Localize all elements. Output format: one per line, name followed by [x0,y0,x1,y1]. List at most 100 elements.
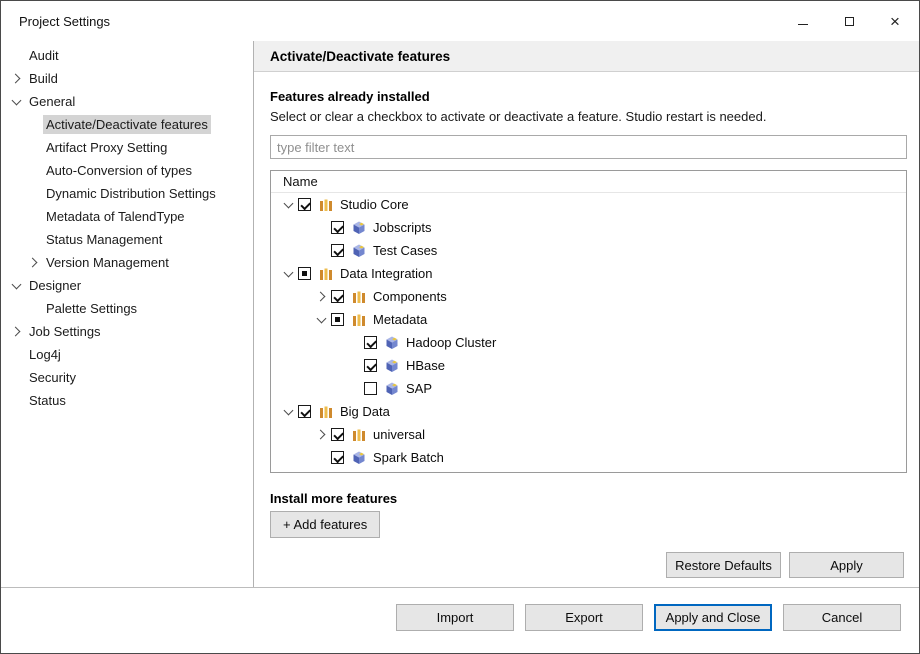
close-icon: × [890,13,900,30]
sidebar-item-label: Audit [26,46,62,65]
minimize-icon [798,24,808,25]
sidebar-item-build[interactable]: Build [1,67,252,90]
tree-row-sap[interactable]: SAP [271,377,906,400]
sidebar-item-label: Version Management [43,253,172,272]
filter-input[interactable] [270,135,907,159]
sidebar-item-label: Security [26,368,79,387]
sidebar-item-version-management[interactable]: Version Management [1,251,252,274]
chevron-placeholder [347,358,364,374]
chevron-down-icon[interactable] [281,266,298,282]
chevron-down-icon[interactable] [9,278,26,294]
add-features-button[interactable]: + Add features [270,511,380,538]
chevron-placeholder [347,381,364,397]
sidebar-item-dynamic-distribution-settings[interactable]: Dynamic Distribution Settings [1,182,252,205]
plugin-icon [351,243,367,259]
chevron-placeholder [26,209,43,225]
tree-row-components[interactable]: Components [271,285,906,308]
sidebar-item-label: Artifact Proxy Setting [43,138,170,157]
chevron-placeholder [26,186,43,202]
sidebar-item-job-settings[interactable]: Job Settings [1,320,252,343]
sidebar-item-palette-settings[interactable]: Palette Settings [1,297,252,320]
sidebar-item-label: Dynamic Distribution Settings [43,184,219,203]
tree-item-label: Components [373,289,447,304]
sidebar-item-status-management[interactable]: Status Management [1,228,252,251]
tree-item-label: SAP [406,381,432,396]
tree-row-jobscripts[interactable]: Jobscripts [271,216,906,239]
checkbox-partial[interactable] [298,267,311,280]
sidebar-item-label: Activate/Deactivate features [43,115,211,134]
plugin-icon [351,220,367,236]
chevron-right-icon[interactable] [314,427,331,443]
apply-row: Restore Defaults Apply [666,552,904,578]
checkbox-unchecked[interactable] [364,382,377,395]
tree-row-universal[interactable]: universal [271,423,906,446]
tree-row-hbase[interactable]: HBase [271,354,906,377]
sidebar-item-log4j[interactable]: Log4j [1,343,252,366]
feature-group-icon [351,312,367,328]
sidebar-item-metadata-of-talendtype[interactable]: Metadata of TalendType [1,205,252,228]
sidebar-item-label: Status Management [43,230,165,249]
tree-row-test-cases[interactable]: Test Cases [271,239,906,262]
maximize-button[interactable] [826,2,872,40]
chevron-placeholder [26,163,43,179]
chevron-placeholder [9,48,26,64]
checkbox-checked[interactable] [364,336,377,349]
checkbox-checked[interactable] [331,428,344,441]
plugin-icon [384,358,400,374]
sidebar-item-general[interactable]: General [1,90,252,113]
window-title: Project Settings [19,14,110,29]
sidebar-item-label: Build [26,69,61,88]
chevron-right-icon[interactable] [9,324,26,340]
checkbox-checked[interactable] [331,290,344,303]
maximize-icon [845,17,854,26]
chevron-right-icon[interactable] [9,71,26,87]
tree-row-studio-core[interactable]: Studio Core [271,193,906,216]
sidebar-item-label: General [26,92,78,111]
chevron-down-icon[interactable] [281,404,298,420]
chevron-down-icon[interactable] [9,94,26,110]
import-button[interactable]: Import [396,604,514,631]
chevron-down-icon[interactable] [281,197,298,213]
sidebar-item-label: Metadata of TalendType [43,207,188,226]
checkbox-partial[interactable] [331,313,344,326]
tree-row-data-integration[interactable]: Data Integration [271,262,906,285]
checkbox-checked[interactable] [331,221,344,234]
feature-group-icon [351,427,367,443]
chevron-placeholder [26,232,43,248]
sidebar-item-designer[interactable]: Designer [1,274,252,297]
restore-defaults-button[interactable]: Restore Defaults [666,552,781,578]
apply-and-close-button[interactable]: Apply and Close [654,604,772,631]
page-title-label: Activate/Deactivate features [270,49,450,64]
chevron-down-icon[interactable] [314,312,331,328]
tree-row-big-data[interactable]: Big Data [271,400,906,423]
sidebar-item-security[interactable]: Security [1,366,252,389]
sidebar-item-activate-deactivate-features[interactable]: Activate/Deactivate features [1,113,252,136]
chevron-placeholder [26,117,43,133]
checkbox-checked[interactable] [298,405,311,418]
apply-button[interactable]: Apply [789,552,904,578]
sidebar-item-status[interactable]: Status [1,389,252,412]
features-tree-rows: Studio CoreJobscriptsTest Cases Data Inte… [271,193,906,469]
window-controls: × [780,2,918,40]
tree-row-metadata[interactable]: Metadata [271,308,906,331]
tree-row-hadoop-cluster[interactable]: Hadoop Cluster [271,331,906,354]
tree-item-label: Data Integration [340,266,433,281]
checkbox-checked[interactable] [331,451,344,464]
checkbox-checked[interactable] [298,198,311,211]
main-panel: Activate/Deactivate features Features al… [253,41,919,587]
cancel-button[interactable]: Cancel [783,604,901,631]
sidebar-item-auto-conversion-of-types[interactable]: Auto-Conversion of types [1,159,252,182]
tree-row-spark-batch[interactable]: Spark Batch [271,446,906,469]
chevron-placeholder [9,347,26,363]
checkbox-checked[interactable] [331,244,344,257]
chevron-placeholder [26,140,43,156]
export-button[interactable]: Export [525,604,643,631]
chevron-right-icon[interactable] [314,289,331,305]
minimize-button[interactable] [780,2,826,40]
chevron-right-icon[interactable] [26,255,43,271]
sidebar-item-audit[interactable]: Audit [1,44,252,67]
checkbox-checked[interactable] [364,359,377,372]
sidebar-item-label: Auto-Conversion of types [43,161,195,180]
close-button[interactable]: × [872,2,918,40]
sidebar-item-artifact-proxy-setting[interactable]: Artifact Proxy Setting [1,136,252,159]
